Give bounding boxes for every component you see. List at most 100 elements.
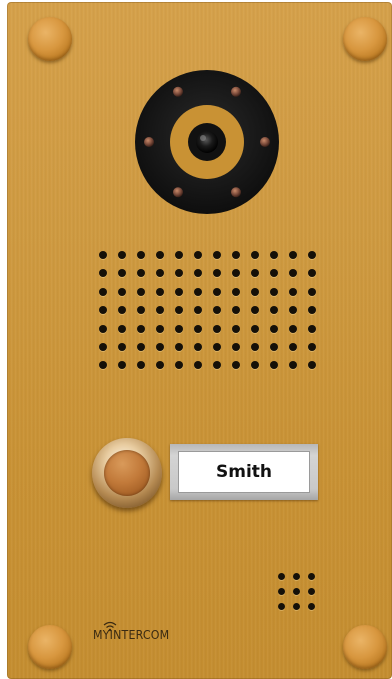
speaker-hole bbox=[99, 269, 107, 278]
speaker-hole bbox=[251, 361, 259, 370]
ir-led-icon bbox=[173, 86, 183, 97]
speaker-hole bbox=[137, 287, 145, 296]
speaker-hole bbox=[270, 342, 278, 351]
speaker-hole bbox=[194, 251, 202, 259]
speaker-hole bbox=[118, 287, 126, 296]
speaker-hole bbox=[118, 251, 126, 259]
speaker-hole bbox=[175, 269, 183, 278]
speaker-hole bbox=[213, 324, 221, 333]
speaker-hole bbox=[232, 361, 240, 370]
speaker-hole bbox=[289, 287, 297, 296]
speaker-hole bbox=[194, 269, 202, 278]
speaker-hole bbox=[156, 361, 164, 370]
speaker-hole bbox=[289, 251, 297, 259]
speaker-hole bbox=[270, 306, 278, 315]
speaker-hole bbox=[289, 269, 297, 278]
ir-led-icon bbox=[231, 187, 241, 198]
speaker-hole bbox=[213, 361, 221, 370]
speaker-hole bbox=[308, 342, 316, 351]
speaker-hole bbox=[99, 251, 107, 259]
nameplate-name: Smith bbox=[178, 451, 310, 493]
speaker-hole bbox=[251, 287, 259, 296]
speaker-hole bbox=[213, 269, 221, 278]
speaker-hole bbox=[308, 324, 316, 333]
speaker-hole bbox=[156, 251, 164, 259]
speaker-hole bbox=[308, 287, 316, 296]
speaker-grille-icon bbox=[99, 251, 316, 370]
speaker-hole bbox=[289, 342, 297, 351]
ir-led-icon bbox=[144, 137, 154, 147]
speaker-hole bbox=[118, 269, 126, 278]
speaker-hole bbox=[270, 251, 278, 259]
speaker-hole bbox=[213, 306, 221, 315]
speaker-hole bbox=[99, 361, 107, 370]
doorbell-button-icon[interactable] bbox=[104, 450, 150, 496]
microphone-holes-icon bbox=[278, 573, 315, 610]
speaker-hole bbox=[118, 361, 126, 370]
speaker-hole bbox=[251, 251, 259, 259]
speaker-hole bbox=[213, 287, 221, 296]
speaker-hole bbox=[137, 251, 145, 259]
camera-lens bbox=[196, 131, 218, 153]
ir-led-icon bbox=[231, 86, 241, 97]
microphone-hole bbox=[308, 603, 315, 610]
microphone-hole bbox=[293, 588, 300, 595]
speaker-hole bbox=[118, 306, 126, 315]
speaker-hole bbox=[270, 269, 278, 278]
speaker-hole bbox=[99, 342, 107, 351]
speaker-hole bbox=[175, 306, 183, 315]
speaker-hole bbox=[156, 269, 164, 278]
ir-led-icon bbox=[260, 137, 270, 147]
speaker-hole bbox=[137, 306, 145, 315]
speaker-hole bbox=[99, 287, 107, 296]
speaker-hole bbox=[156, 287, 164, 296]
speaker-hole bbox=[270, 361, 278, 370]
speaker-hole bbox=[175, 251, 183, 259]
speaker-hole bbox=[213, 251, 221, 259]
brand-logo-text: MYINTERCOM bbox=[93, 628, 170, 642]
speaker-hole bbox=[308, 306, 316, 315]
speaker-hole bbox=[232, 287, 240, 296]
speaker-hole bbox=[175, 287, 183, 296]
speaker-hole bbox=[232, 324, 240, 333]
speaker-hole bbox=[194, 361, 202, 370]
microphone-hole bbox=[293, 603, 300, 610]
microphone-hole bbox=[308, 573, 315, 580]
microphone-hole bbox=[278, 573, 285, 580]
speaker-hole bbox=[232, 342, 240, 351]
intercom-panel: Smith MYINTERCOM bbox=[7, 2, 392, 679]
speaker-hole bbox=[232, 251, 240, 259]
brand-logo: MYINTERCOM bbox=[93, 621, 176, 642]
camera-lens-glint bbox=[200, 135, 206, 141]
speaker-hole bbox=[194, 306, 202, 315]
speaker-hole bbox=[175, 324, 183, 333]
speaker-hole bbox=[270, 324, 278, 333]
speaker-hole bbox=[137, 342, 145, 351]
microphone-hole bbox=[293, 573, 300, 580]
speaker-hole bbox=[232, 269, 240, 278]
speaker-hole bbox=[213, 342, 221, 351]
nameplate: Smith bbox=[170, 444, 318, 500]
speaker-hole bbox=[99, 306, 107, 315]
doorbell-button[interactable] bbox=[92, 438, 162, 508]
microphone-hole bbox=[278, 603, 285, 610]
microphone-hole bbox=[278, 588, 285, 595]
speaker-hole bbox=[308, 251, 316, 259]
speaker-hole bbox=[289, 361, 297, 370]
microphone-hole bbox=[308, 588, 315, 595]
ir-led-icon bbox=[173, 187, 183, 198]
speaker-hole bbox=[289, 306, 297, 315]
speaker-hole bbox=[194, 342, 202, 351]
speaker-hole bbox=[156, 324, 164, 333]
speaker-hole bbox=[251, 324, 259, 333]
speaker-hole bbox=[118, 342, 126, 351]
speaker-hole bbox=[308, 269, 316, 278]
speaker-hole bbox=[251, 306, 259, 315]
speaker-hole bbox=[156, 306, 164, 315]
speaker-hole bbox=[308, 361, 316, 370]
speaker-hole bbox=[194, 324, 202, 333]
speaker-hole bbox=[194, 287, 202, 296]
speaker-hole bbox=[175, 361, 183, 370]
speaker-hole bbox=[99, 324, 107, 333]
speaker-hole bbox=[289, 324, 297, 333]
